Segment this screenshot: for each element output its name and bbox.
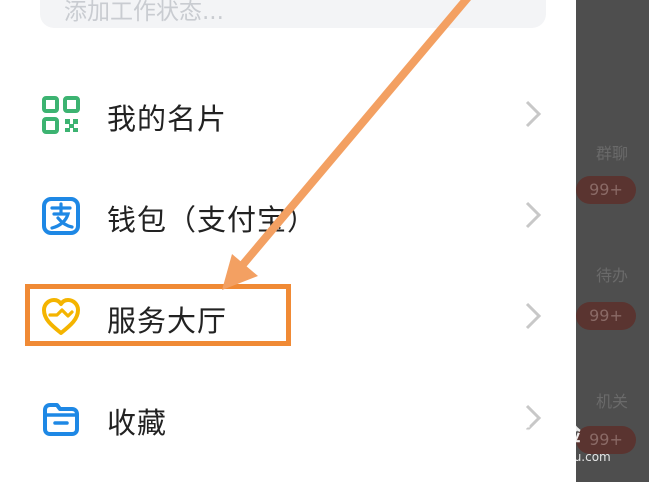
- watermark-logo: Bai 经验: [494, 422, 581, 446]
- annotation-arrow: [222, 0, 472, 290]
- watermark-url: jingyan.baidu.com: [500, 450, 611, 464]
- baidu-watermark: Bai 经验 jingyan.baidu.com: [494, 418, 624, 470]
